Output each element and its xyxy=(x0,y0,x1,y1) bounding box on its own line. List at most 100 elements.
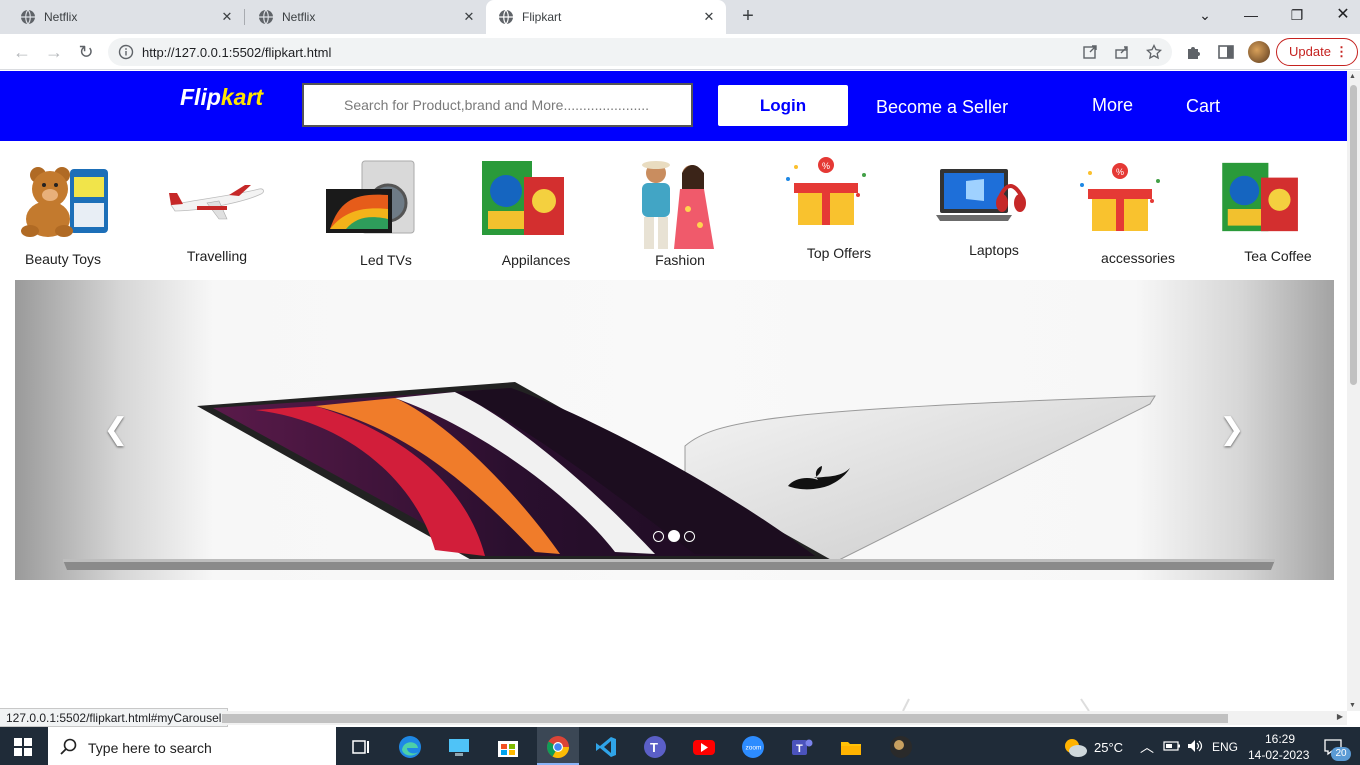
globe-icon xyxy=(499,9,513,25)
remote-desktop-icon[interactable] xyxy=(446,734,472,760)
scroll-down-arrow-icon[interactable]: ▼ xyxy=(1349,702,1356,709)
address-bar[interactable]: http://127.0.0.1:5502/flipkart.html xyxy=(108,38,1172,66)
scrollbar-thumb[interactable] xyxy=(222,714,1228,723)
logo-kart: kart xyxy=(220,84,264,110)
scrollbar-thumb[interactable] xyxy=(1350,85,1357,385)
category-item-fashion[interactable]: Fashion xyxy=(628,141,732,268)
svg-text:zoom: zoom xyxy=(746,745,762,752)
clock-time[interactable]: 16:29 xyxy=(1265,732,1295,746)
category-item-appilances[interactable]: Appilances xyxy=(480,141,592,268)
login-button[interactable]: Login xyxy=(718,85,848,126)
minimize-button[interactable]: — xyxy=(1240,4,1262,26)
detergent-icon xyxy=(1222,162,1298,232)
category-label: Tea Coffee xyxy=(1244,248,1312,264)
battery-icon[interactable] xyxy=(1163,740,1181,752)
weather-cloud-sun-icon[interactable] xyxy=(1062,736,1088,758)
fashion-couple-icon xyxy=(642,161,714,249)
taskbar-search-box[interactable]: Type here to search xyxy=(48,727,336,765)
category-label: Fashion xyxy=(655,252,705,268)
restore-button[interactable]: ❐ xyxy=(1286,4,1308,26)
reload-button[interactable]: ↻ xyxy=(75,41,97,63)
category-item-accessories[interactable]: % accessories xyxy=(1078,141,1198,266)
teams-icon[interactable]: T xyxy=(642,734,668,760)
browser-tab-active[interactable]: Flipkart ✕ xyxy=(486,0,726,34)
page-viewport: Flipkart Login Become a Seller More Cart… xyxy=(0,71,1347,711)
back-button[interactable]: ← xyxy=(11,41,33,63)
browser-toolbar: ← → ↻ http://127.0.0.1:5502/flipkart.htm… xyxy=(0,34,1360,70)
microsoft-store-icon[interactable] xyxy=(495,734,521,760)
category-item-top-offers[interactable]: % Top Offers xyxy=(780,141,898,261)
airplane-icon xyxy=(169,185,264,220)
zoom-icon[interactable]: zoom xyxy=(740,734,766,760)
clock-date[interactable]: 14-02-2023 xyxy=(1248,748,1309,762)
flipkart-header: Flipkart Login Become a Seller More Cart xyxy=(0,71,1347,141)
show-hidden-icons-chevron-icon[interactable]: ︿ xyxy=(1140,737,1154,757)
open-external-icon[interactable] xyxy=(1082,44,1098,60)
task-view-icon[interactable] xyxy=(348,734,374,760)
carousel-indicator[interactable] xyxy=(653,531,664,542)
close-tab-icon[interactable]: ✕ xyxy=(218,8,236,26)
chrome-taskbar-item-active[interactable] xyxy=(537,727,579,765)
browser-tab[interactable]: Netflix ✕ xyxy=(238,0,486,34)
category-strip: Beauty Toys Travelling Led TVs Appilance… xyxy=(0,141,1347,281)
logo-flip: Flip xyxy=(180,84,221,110)
browser-tab-strip: Netflix ✕ Netflix ✕ Flipkart ✕ + ⌄ — ❐ ✕ xyxy=(0,0,1360,34)
carousel-indicator[interactable] xyxy=(684,531,695,542)
update-button[interactable]: Update ⋮ xyxy=(1276,38,1358,66)
category-label: accessories xyxy=(1101,250,1175,266)
kebab-menu-icon[interactable]: ⋮ xyxy=(1335,39,1348,65)
scroll-up-arrow-icon[interactable]: ▲ xyxy=(1349,73,1356,80)
teams-app-icon[interactable]: T xyxy=(789,734,815,760)
app-shortcut-icon[interactable] xyxy=(888,734,914,760)
flipkart-logo[interactable]: Flipkart xyxy=(180,84,263,111)
weather-temperature[interactable]: 25°C xyxy=(1094,740,1123,755)
product-search-input[interactable] xyxy=(302,83,693,127)
close-window-button[interactable]: ✕ xyxy=(1332,4,1354,26)
cart-link[interactable]: Cart xyxy=(1186,96,1220,117)
link-status-bar: 127.0.0.1:5502/flipkart.html#myCarousel xyxy=(0,708,229,727)
browser-tab[interactable]: Netflix ✕ xyxy=(0,0,244,34)
vertical-scrollbar[interactable]: ▲ ▼ xyxy=(1347,71,1360,711)
chevron-right-icon[interactable]: ❯ xyxy=(1217,415,1247,445)
site-info-icon[interactable] xyxy=(118,44,134,60)
side-panel-icon[interactable] xyxy=(1217,43,1235,61)
youtube-icon[interactable] xyxy=(691,734,717,760)
vscode-icon[interactable] xyxy=(593,734,619,760)
windows-taskbar: Type here to search T zoom T 25°C ︿ ENG … xyxy=(0,727,1360,765)
laptop-headphones-icon xyxy=(936,169,1026,221)
windows-start-icon[interactable] xyxy=(14,738,32,756)
edge-browser-icon[interactable] xyxy=(397,734,423,760)
bookmark-star-icon[interactable] xyxy=(1146,44,1162,60)
share-icon[interactable] xyxy=(1114,44,1130,60)
category-item-laptops[interactable]: Laptops xyxy=(934,141,1054,261)
category-item-tea-coffee[interactable]: Tea Coffee xyxy=(1222,141,1334,264)
forward-button[interactable]: → xyxy=(43,41,65,63)
more-link[interactable]: More xyxy=(1092,95,1133,116)
taskbar-search-placeholder: Type here to search xyxy=(88,740,212,756)
chevron-left-icon[interactable]: ❮ xyxy=(101,415,131,445)
file-explorer-icon[interactable] xyxy=(838,734,864,760)
gift-offer-icon: % xyxy=(1080,163,1160,231)
hero-carousel: ❮ ❯ xyxy=(15,280,1334,580)
tab-title: Flipkart xyxy=(522,10,562,24)
carousel-indicator-active[interactable] xyxy=(668,530,680,542)
horizontal-scrollbar[interactable]: ▶ xyxy=(222,711,1347,725)
category-item-led-tvs[interactable]: Led TVs xyxy=(324,141,448,268)
profile-avatar[interactable] xyxy=(1248,41,1270,63)
category-item-beauty-toys[interactable]: Beauty Toys xyxy=(15,141,111,267)
category-label: Appilances xyxy=(501,252,571,268)
new-tab-button[interactable]: + xyxy=(737,6,759,28)
volume-icon[interactable] xyxy=(1186,738,1204,754)
url-text: http://127.0.0.1:5502/flipkart.html xyxy=(142,45,332,60)
scroll-right-arrow-icon[interactable]: ▶ xyxy=(1337,712,1343,721)
close-tab-icon[interactable]: ✕ xyxy=(460,8,478,26)
input-language[interactable]: ENG xyxy=(1212,740,1238,754)
extensions-puzzle-icon[interactable] xyxy=(1185,43,1203,61)
category-label: Travelling xyxy=(186,248,248,264)
tab-search-chevron-icon[interactable]: ⌄ xyxy=(1194,4,1216,26)
svg-text:%: % xyxy=(822,161,830,171)
category-item-travelling[interactable]: Travelling xyxy=(165,141,269,264)
close-tab-icon[interactable]: ✕ xyxy=(700,8,718,26)
become-seller-link[interactable]: Become a Seller xyxy=(876,97,1008,118)
globe-icon xyxy=(21,9,35,25)
